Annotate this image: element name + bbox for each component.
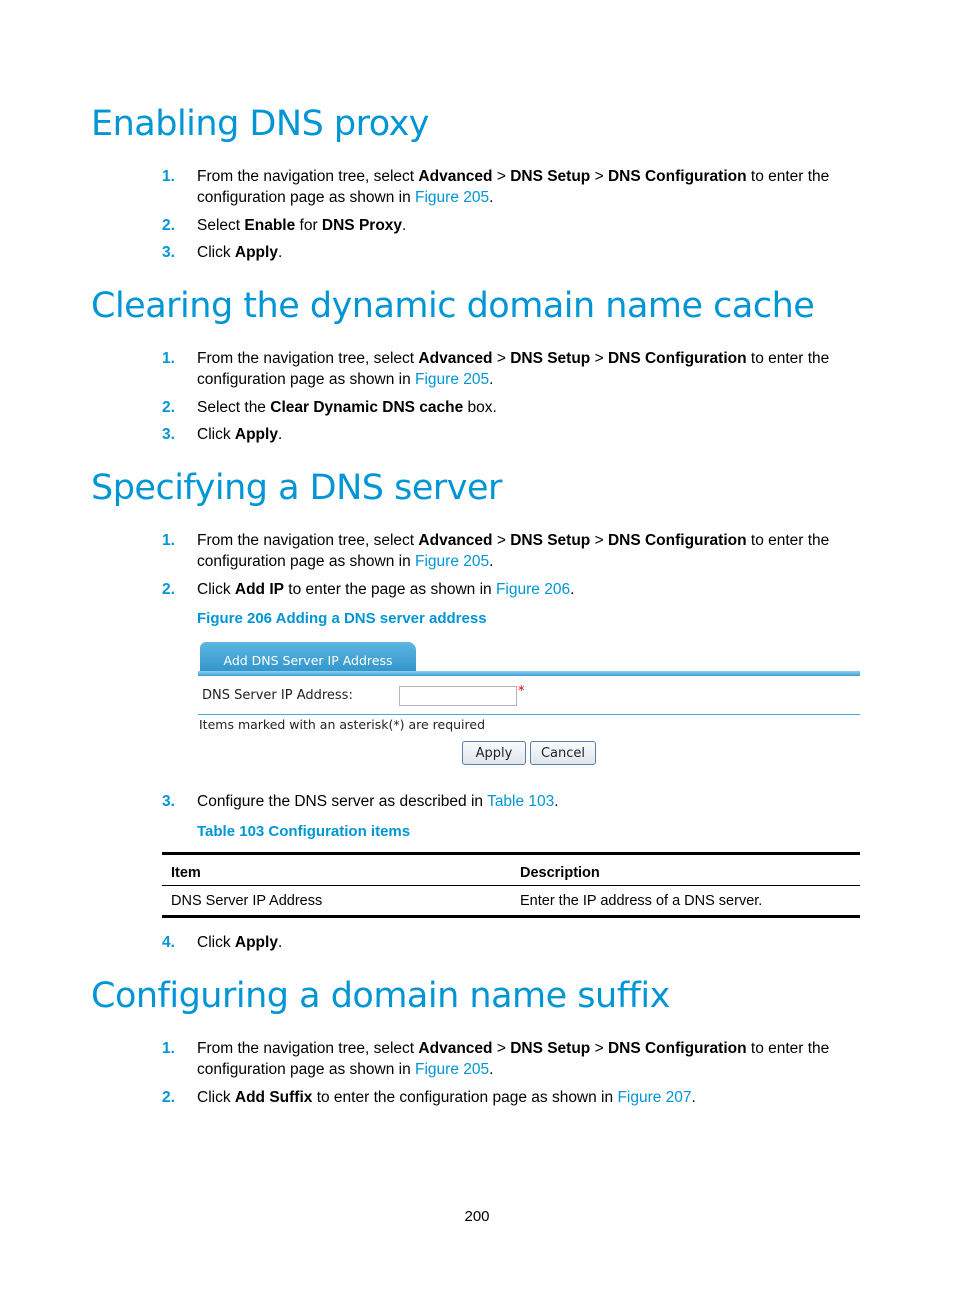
step-text: Click Apply.	[197, 934, 283, 951]
step-text: Configure the DNS server as described in…	[197, 793, 559, 810]
step-text: Select the Clear Dynamic DNS cache box.	[197, 399, 497, 416]
step-text: From the navigation tree, select Advance…	[197, 1040, 830, 1078]
column-header-item: Item	[171, 865, 201, 881]
dns-server-ip-input[interactable]	[399, 686, 517, 706]
step-number: 1.	[162, 532, 175, 549]
step-number: 3.	[162, 426, 175, 443]
figure-add-dns-server: Add DNS Server IP Address DNS Server IP …	[198, 640, 860, 770]
apply-button[interactable]: Apply	[462, 741, 526, 765]
cancel-button[interactable]: Cancel	[530, 741, 596, 765]
figure-205-link[interactable]: Figure 205	[415, 553, 489, 570]
figure-205-link[interactable]: Figure 205	[415, 189, 489, 206]
step-text: From the navigation tree, select Advance…	[197, 532, 830, 570]
step-number: 4.	[162, 934, 175, 951]
configuration-items-table: Item Description DNS Server IP Address E…	[162, 852, 860, 918]
required-note: Items marked with an asterisk(*) are req…	[199, 717, 486, 732]
figure-205-link[interactable]: Figure 205	[415, 371, 489, 388]
table-header-row: Item Description	[162, 853, 860, 886]
step-text: Select Enable for DNS Proxy.	[197, 217, 407, 234]
required-asterisk: *	[518, 684, 525, 699]
figure-207-link[interactable]: Figure 207	[617, 1089, 691, 1106]
step-text: Click Add IP to enter the page as shown …	[197, 581, 575, 598]
heading-specifying-dns-server: Specifying a DNS server	[91, 468, 502, 508]
step-text: Click Add Suffix to enter the configurat…	[197, 1089, 696, 1106]
heading-enabling-dns-proxy: Enabling DNS proxy	[91, 104, 430, 144]
table-cell-item: DNS Server IP Address	[171, 892, 323, 909]
dns-server-ip-label: DNS Server IP Address:	[202, 688, 353, 703]
tab-bar	[198, 671, 860, 676]
step-text: From the navigation tree, select Advance…	[197, 350, 830, 388]
step-number: 2.	[162, 581, 175, 598]
table-103-link[interactable]: Table 103	[487, 793, 554, 810]
divider	[198, 714, 860, 715]
step-number: 2.	[162, 1089, 175, 1106]
figure-caption: Figure 206 Adding a DNS server address	[197, 610, 487, 627]
table-row: DNS Server IP Address Enter the IP addre…	[162, 886, 860, 917]
step-number: 3.	[162, 244, 175, 261]
page-number: 200	[464, 1208, 490, 1225]
step-text: Click Apply.	[197, 426, 283, 443]
step-number: 3.	[162, 793, 175, 810]
step-text: Click Apply.	[197, 244, 283, 261]
step-number: 1.	[162, 350, 175, 367]
step-number: 2.	[162, 217, 175, 234]
heading-clearing-cache: Clearing the dynamic domain name cache	[91, 286, 815, 326]
column-header-description: Description	[520, 865, 600, 881]
step-number: 1.	[162, 1040, 175, 1057]
table-caption: Table 103 Configuration items	[197, 823, 411, 840]
figure-205-link[interactable]: Figure 205	[415, 1061, 489, 1078]
table-cell-description: Enter the IP address of a DNS server.	[520, 892, 763, 909]
step-number: 2.	[162, 399, 175, 416]
heading-configuring-domain-suffix: Configuring a domain name suffix	[91, 976, 670, 1016]
step-number: 1.	[162, 168, 175, 185]
figure-206-link[interactable]: Figure 206	[496, 581, 570, 598]
step-text: From the navigation tree, select Advance…	[197, 168, 830, 206]
